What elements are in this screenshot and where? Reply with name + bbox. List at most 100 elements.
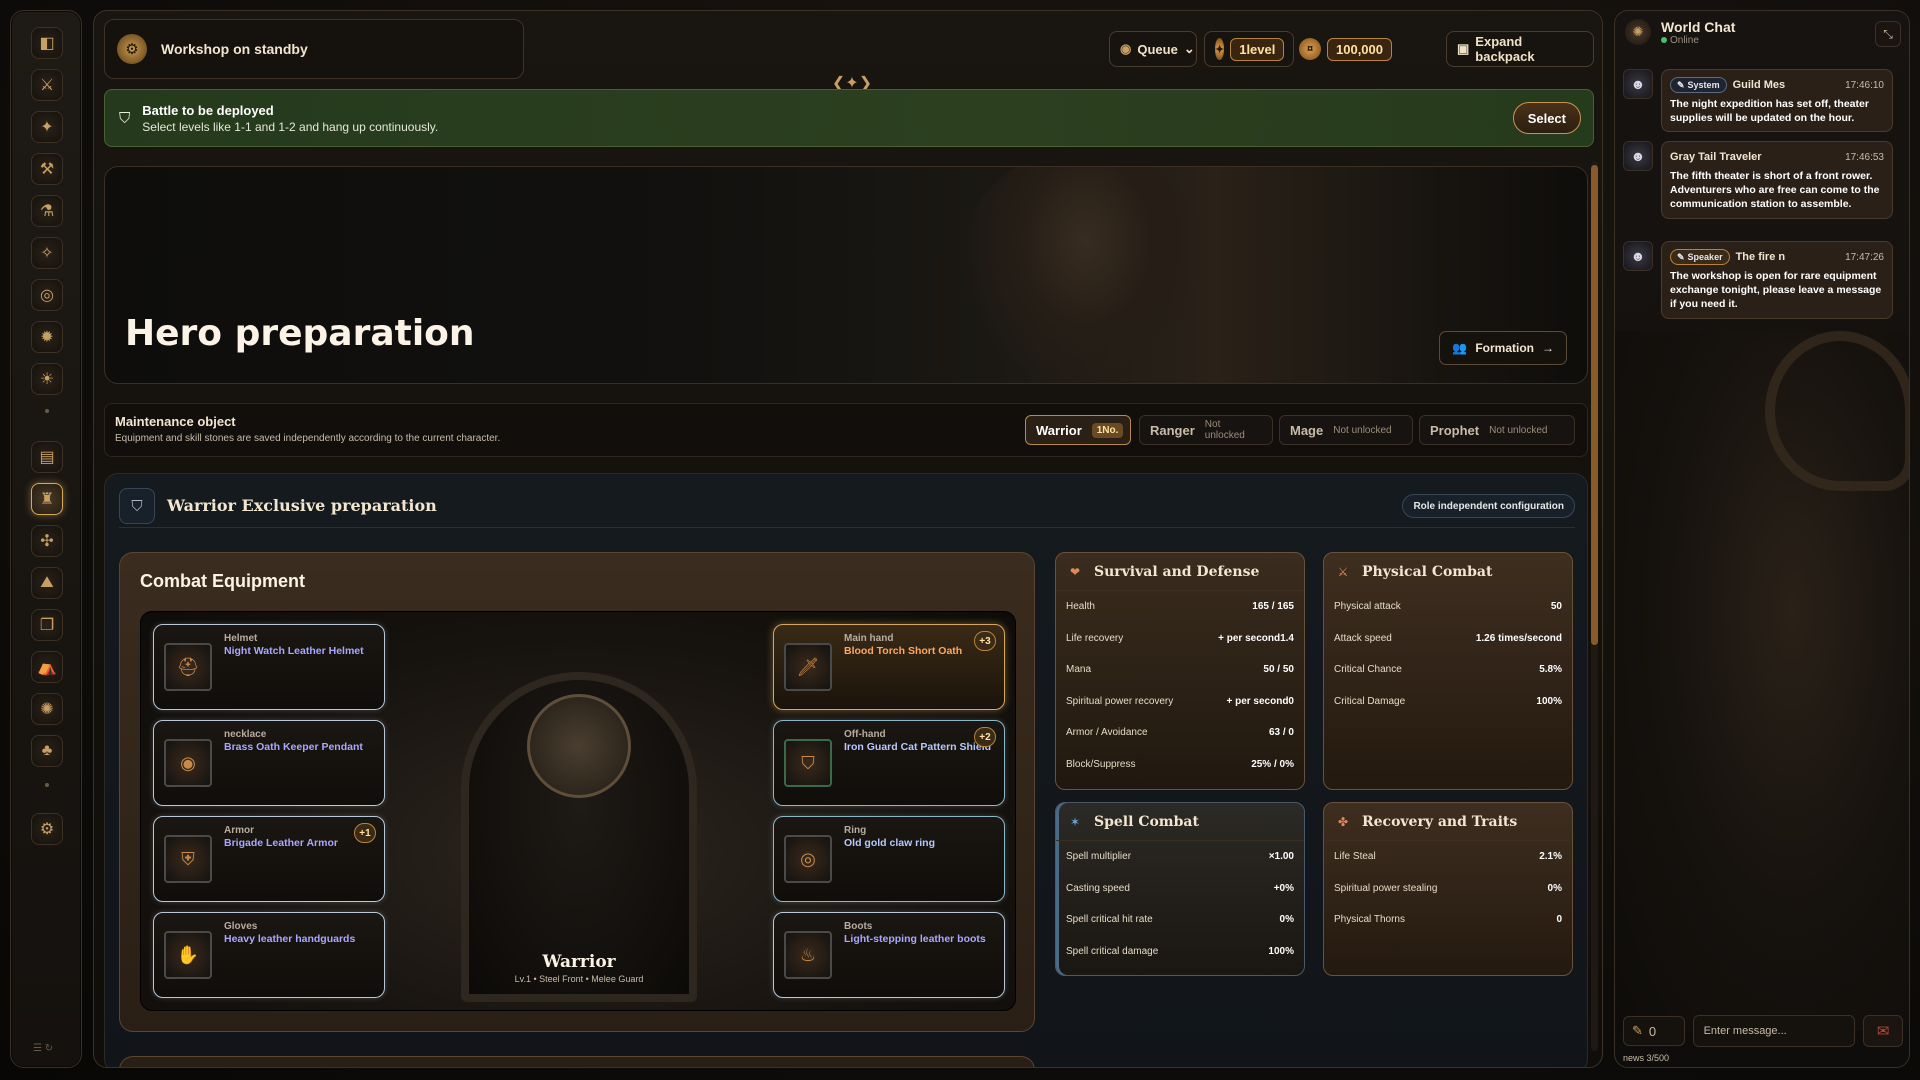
role-tab-warrior[interactable]: Warrior 1No. — [1025, 415, 1131, 445]
stat-value: 165 / 165 — [1252, 601, 1294, 613]
sidebar-item-sword-icon[interactable]: ⚔ — [31, 69, 63, 101]
sidebar-item-tree-icon[interactable]: ♣ — [31, 735, 63, 767]
sender-name[interactable]: The fire n — [1736, 251, 1786, 263]
badge-label: System — [1687, 80, 1720, 90]
sidebar-item-compass-icon[interactable]: ✣ — [31, 525, 63, 557]
role-tab-ranger[interactable]: Ranger Not unlocked — [1139, 415, 1273, 445]
combat-equipment-panel: Combat Equipment Warrior Lv.1 • Steel Fr… — [119, 552, 1035, 1032]
stat-value: + per second0 — [1226, 695, 1294, 707]
sidebar-item-scroll-icon[interactable]: ▤ — [31, 441, 63, 473]
slot-item-name: Brass Oath Keeper Pendant — [224, 741, 363, 753]
slot-necklace[interactable]: ◉ necklace Brass Oath Keeper Pendant — [153, 720, 385, 806]
sidebar-item-weapons-icon[interactable]: ⚒ — [31, 153, 63, 185]
stat-label: Block/Suppress — [1066, 758, 1136, 770]
stat-card-physical: ⚔ Physical Combat Physical attack 50 Atta… — [1323, 552, 1573, 790]
sender-name[interactable]: Guild Mes — [1733, 79, 1786, 91]
sidebar-item-potion-icon[interactable]: ⚗ — [31, 195, 63, 227]
slot-item-name: Brigade Leather Armor — [224, 837, 338, 849]
avatar[interactable]: ☻ — [1623, 241, 1653, 271]
select-button[interactable]: Select — [1512, 102, 1581, 134]
slot-type: Armor — [224, 825, 255, 836]
avatar[interactable]: ☻ — [1623, 69, 1653, 99]
stat-row: Spiritual power stealing 0% — [1324, 873, 1572, 905]
stat-card-header: ✶ Spell Combat — [1056, 803, 1304, 841]
banner-title: Battle to be deployed — [142, 102, 274, 118]
slot-item-name: Heavy leather handguards — [224, 933, 356, 945]
stat-value: + per second1.4 — [1218, 632, 1294, 644]
formation-button[interactable]: 👥 Formation → — [1439, 331, 1567, 365]
enhance-badge: +3 — [974, 631, 996, 651]
stat-label: Spiritual power stealing — [1334, 882, 1438, 894]
news-count: news 3/500 — [1623, 1053, 1670, 1063]
slot-armor[interactable]: ⛨ Armor Brigade Leather Armor +1 — [153, 816, 385, 902]
sidebar-footer-icon[interactable]: ☰ ↻ — [33, 1043, 53, 1054]
slot-ring[interactable]: ◎ Ring Old gold claw ring — [773, 816, 1005, 902]
main-panel: ⚙ Workshop on standby ◉ Queue ⌄ ✦ 1level… — [93, 10, 1603, 1068]
chat-message-input[interactable] — [1692, 1015, 1856, 1047]
stat-label: Physical attack — [1334, 601, 1401, 613]
role-tab-mage[interactable]: Mage Not unlocked — [1279, 415, 1413, 445]
slot-main-hand[interactable]: 🗡 Main hand Blood Torch Short Oath +3 — [773, 624, 1005, 710]
sidebar-item-gear-icon[interactable]: ⚙ — [31, 813, 63, 845]
workshop-status[interactable]: ⚙ Workshop on standby — [104, 19, 524, 79]
queue-dropdown[interactable]: ◉ Queue ⌄ — [1109, 31, 1197, 67]
main-scrollbar[interactable] — [1591, 161, 1598, 1051]
stat-row: Life recovery + per second1.4 — [1056, 623, 1304, 655]
sword-icon: 🗡 — [784, 643, 832, 691]
preparation-title: Warrior Exclusive preparation — [167, 496, 437, 515]
chat-header: ✺ World Chat Online ⤡ — [1615, 11, 1909, 53]
message-time: 17:47:26 — [1845, 251, 1884, 263]
trumpet-counter[interactable]: ✎ 0 — [1623, 1016, 1685, 1046]
sidebar-toggle-icon[interactable]: ◧ — [31, 27, 63, 59]
sidebar: ◧ ⚔ ✦ ⚒ ⚗ ✧ ◎ ✹ ☀ ▤ ♜ ✣ ⛰ ❐ ⛺ ✺ ♣ ⚙ ☰ ↻ — [10, 10, 82, 1068]
send-icon[interactable]: ✉ — [1863, 1015, 1903, 1047]
sidebar-item-beast-icon[interactable]: ✹ — [31, 321, 63, 353]
sidebar-item-map-icon[interactable]: ⛰ — [31, 567, 63, 599]
sidebar-item-book-icon[interactable]: ❐ — [31, 609, 63, 641]
stat-label: Life Steal — [1334, 851, 1376, 863]
stat-card-header: ✤ Recovery and Traits — [1324, 803, 1572, 841]
stat-value: 2.1% — [1539, 851, 1562, 863]
preparation-header: ⛉ Warrior Exclusive preparation Role ind… — [119, 488, 1575, 528]
fang-icon: ✤ — [1337, 814, 1349, 829]
stat-row: Attack speed 1.26 times/second — [1324, 623, 1572, 655]
sender-name[interactable]: Gray Tail Traveler — [1670, 151, 1762, 163]
sidebar-item-lamp-icon[interactable]: ☀ — [31, 363, 63, 395]
badge-icon: ✎ — [1677, 79, 1685, 90]
sidebar-item-dragon-icon[interactable]: ✧ — [31, 237, 63, 269]
collapse-icon[interactable]: ⤡ — [1875, 21, 1901, 47]
role-tab-prophet[interactable]: Prophet Not unlocked — [1419, 415, 1575, 445]
stat-card-survival: ❤ Survival and Defense Health 165 / 165 L… — [1055, 552, 1305, 790]
stat-value: 25% / 0% — [1251, 758, 1294, 770]
scroll-thumb[interactable] — [1591, 165, 1598, 645]
message-header: ✎ System Guild Mes 17:46:10 — [1670, 76, 1884, 94]
stat-card-spell: ✶ Spell Combat Spell multiplier ×1.00 Cas… — [1055, 802, 1305, 976]
sidebar-item-sun-icon[interactable]: ✺ — [31, 693, 63, 725]
level-display: ✦ 1level — [1204, 31, 1294, 67]
stat-card-title: Recovery and Traits — [1362, 813, 1518, 830]
sidebar-divider — [45, 409, 49, 413]
helmet-icon: ⛑ — [164, 643, 212, 691]
sidebar-item-portal-icon[interactable]: ◎ — [31, 279, 63, 311]
heart-shield-icon: ❤ — [1069, 564, 1081, 579]
slot-gloves[interactable]: ✋ Gloves Heavy leather handguards — [153, 912, 385, 998]
message-time: 17:46:53 — [1845, 151, 1884, 163]
chat-status: Online — [1661, 35, 1735, 46]
enhance-badge: +2 — [974, 727, 996, 747]
gramophone-illustration — [1765, 331, 1909, 491]
slot-boots[interactable]: ♨ Boots Light-stepping leather boots — [773, 912, 1005, 998]
slot-off-hand[interactable]: ⛉ Off-hand Iron Guard Cat Pattern Shield… — [773, 720, 1005, 806]
equipment-area: Warrior Lv.1 • Steel Front • Melee Guard… — [140, 611, 1016, 1011]
chat-footer: ✎ 0 ✉ — [1615, 1011, 1909, 1051]
sidebar-item-battle-icon[interactable]: ✦ — [31, 111, 63, 143]
world-chat-panel: ✺ World Chat Online ⤡ ☻ ✎ System Guild Me… — [1614, 10, 1910, 1068]
hero-title: Hero preparation — [125, 313, 475, 354]
avatar[interactable]: ☻ — [1623, 141, 1653, 171]
stat-label: Armor / Avoidance — [1066, 727, 1148, 739]
stat-row: Casting speed +0% — [1056, 873, 1304, 905]
sidebar-item-camp-icon[interactable]: ⛺ — [31, 651, 63, 683]
ring-icon: ◎ — [784, 835, 832, 883]
expand-backpack-button[interactable]: ▣ Expand backpack — [1446, 31, 1594, 67]
sidebar-item-hero-icon[interactable]: ♜ — [31, 483, 63, 515]
slot-helmet[interactable]: ⛑ Helmet Night Watch Leather Helmet — [153, 624, 385, 710]
